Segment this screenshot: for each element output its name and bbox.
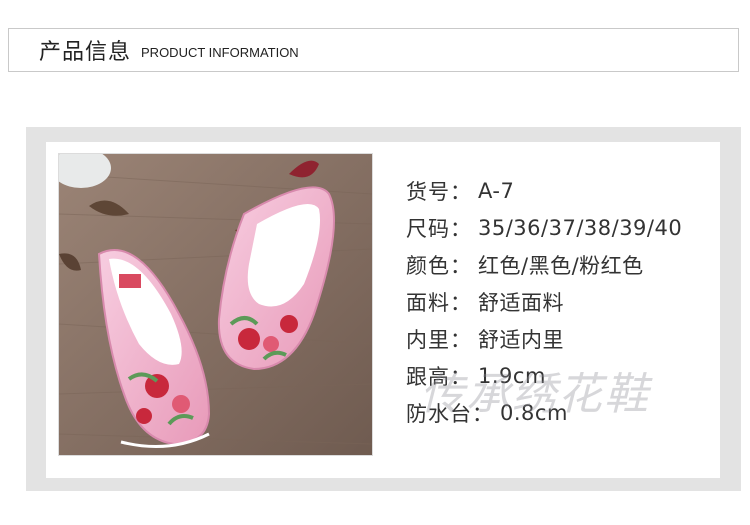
spec-item-number: 货号： A-7 — [406, 172, 682, 209]
product-photo — [59, 154, 372, 455]
spec-label: 颜色： — [406, 253, 472, 278]
spec-label: 防水台： — [406, 401, 494, 426]
spec-value: 舒适面料 — [478, 290, 564, 315]
spec-item-fabric: 面料： 舒适面料 — [406, 283, 682, 320]
spec-item-size: 尺码： 35/36/37/38/39/40 — [406, 209, 682, 246]
spec-value: 舒适内里 — [478, 327, 564, 352]
spec-label: 尺码： — [406, 216, 472, 241]
spec-label: 货号： — [406, 179, 472, 204]
header-title-en: PRODUCT INFORMATION — [141, 44, 299, 60]
spec-value: 35/36/37/38/39/40 — [478, 215, 683, 240]
spec-value: A-7 — [478, 178, 515, 203]
spec-item-heel-height: 跟高： 1.9cm — [406, 357, 682, 394]
spec-value: 1.9cm — [478, 363, 546, 388]
shoe-illustration — [59, 154, 372, 455]
spec-item-color: 颜色： 红色/黑色/粉红色 — [406, 246, 682, 283]
spec-label: 内里： — [406, 327, 472, 352]
header-title-cn: 产品信息 — [39, 40, 132, 65]
spec-list: 货号： A-7 尺码： 35/36/37/38/39/40 颜色： 红色/黑色/… — [406, 172, 682, 431]
spec-label: 跟高： — [406, 364, 472, 389]
spec-item-lining: 内里： 舒适内里 — [406, 320, 682, 357]
product-panel: 货号： A-7 尺码： 35/36/37/38/39/40 颜色： 红色/黑色/… — [26, 127, 741, 491]
spec-label: 面料： — [406, 290, 472, 315]
section-header: 产品信息 PRODUCT INFORMATION — [8, 28, 739, 72]
product-card: 货号： A-7 尺码： 35/36/37/38/39/40 颜色： 红色/黑色/… — [46, 142, 720, 478]
spec-item-platform: 防水台： 0.8cm — [406, 394, 682, 431]
spec-value: 红色/黑色/粉红色 — [478, 253, 644, 278]
spec-value: 0.8cm — [500, 400, 568, 425]
